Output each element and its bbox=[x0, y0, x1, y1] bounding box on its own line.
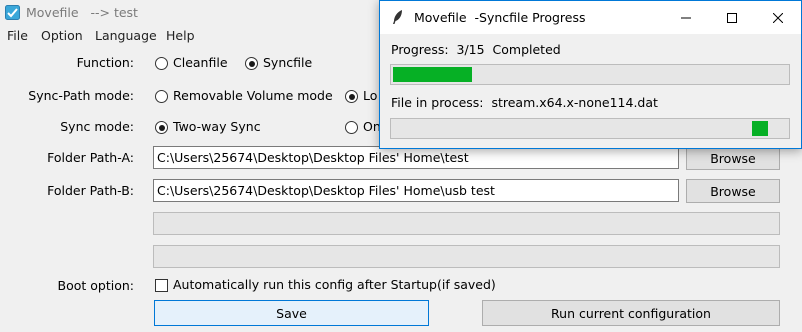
two-way-sync-label: Two-way Sync bbox=[173, 119, 261, 134]
dialog-title: Movefile -Syncfile Progress bbox=[414, 10, 586, 25]
overall-progress-bar bbox=[390, 64, 790, 85]
menu-bar: File Option Language Help bbox=[0, 26, 380, 46]
maximize-icon bbox=[727, 12, 737, 23]
progress-text: Progress: 3/15 Completed bbox=[391, 42, 561, 57]
radio-local-mode[interactable] bbox=[345, 90, 358, 103]
app-icon bbox=[5, 5, 20, 20]
boot-option-label: Boot option: bbox=[57, 278, 134, 293]
radio-syncfile[interactable] bbox=[245, 57, 258, 70]
radio-one-way-sync[interactable] bbox=[345, 121, 358, 134]
radio-two-way-sync[interactable] bbox=[155, 121, 168, 134]
folder-path-b-input[interactable]: C:\Users\25674\Desktop\Desktop Files' Ho… bbox=[153, 179, 679, 202]
browse-a-button[interactable]: Browse bbox=[686, 146, 780, 170]
radio-cleanfile[interactable] bbox=[155, 57, 168, 70]
maximize-button[interactable] bbox=[709, 1, 755, 34]
close-button[interactable] bbox=[755, 1, 801, 34]
radio-removable-volume-mode[interactable] bbox=[155, 90, 168, 103]
folder-path-b-label: Folder Path-B: bbox=[47, 183, 134, 198]
close-icon bbox=[773, 12, 783, 23]
minimize-icon bbox=[681, 17, 691, 18]
function-label: Function: bbox=[76, 55, 134, 70]
autorun-checkbox-label: Automatically run this config after Star… bbox=[173, 277, 496, 292]
progress-dialog: Movefile -Syncfile Progress Progress: 3/… bbox=[379, 0, 802, 149]
menu-help[interactable]: Help bbox=[166, 28, 195, 43]
main-window-title: Movefile --> test bbox=[26, 5, 138, 20]
removable-volume-mode-label: Removable Volume mode bbox=[173, 88, 333, 103]
empty-field-1 bbox=[153, 212, 780, 235]
sync-mode-label: Sync mode: bbox=[60, 119, 134, 134]
run-configuration-button[interactable]: Run current configuration bbox=[482, 300, 780, 326]
feather-icon bbox=[393, 10, 402, 24]
menu-language[interactable]: Language bbox=[95, 28, 157, 43]
local-mode-label: Lo bbox=[363, 88, 378, 103]
folder-path-a-label: Folder Path-A: bbox=[47, 150, 134, 165]
minimize-button[interactable] bbox=[663, 1, 709, 34]
browse-b-button[interactable]: Browse bbox=[686, 179, 780, 203]
menu-file[interactable]: File bbox=[7, 28, 28, 43]
autorun-checkbox[interactable] bbox=[155, 279, 168, 292]
file-in-process-text: File in process: stream.x64.x-none114.da… bbox=[391, 95, 658, 110]
sync-path-mode-label: Sync-Path mode: bbox=[28, 88, 134, 103]
save-button[interactable]: Save bbox=[154, 300, 429, 326]
file-progress-indicator bbox=[752, 121, 768, 136]
empty-field-2 bbox=[153, 245, 780, 268]
dialog-title-bar: Movefile -Syncfile Progress bbox=[380, 1, 801, 34]
overall-progress-fill bbox=[393, 67, 472, 82]
syncfile-option-label: Syncfile bbox=[263, 55, 313, 70]
menu-option[interactable]: Option bbox=[41, 28, 83, 43]
cleanfile-option-label: Cleanfile bbox=[173, 55, 228, 70]
folder-path-a-input[interactable]: C:\Users\25674\Desktop\Desktop Files' Ho… bbox=[153, 146, 679, 169]
file-progress-bar bbox=[390, 118, 790, 139]
